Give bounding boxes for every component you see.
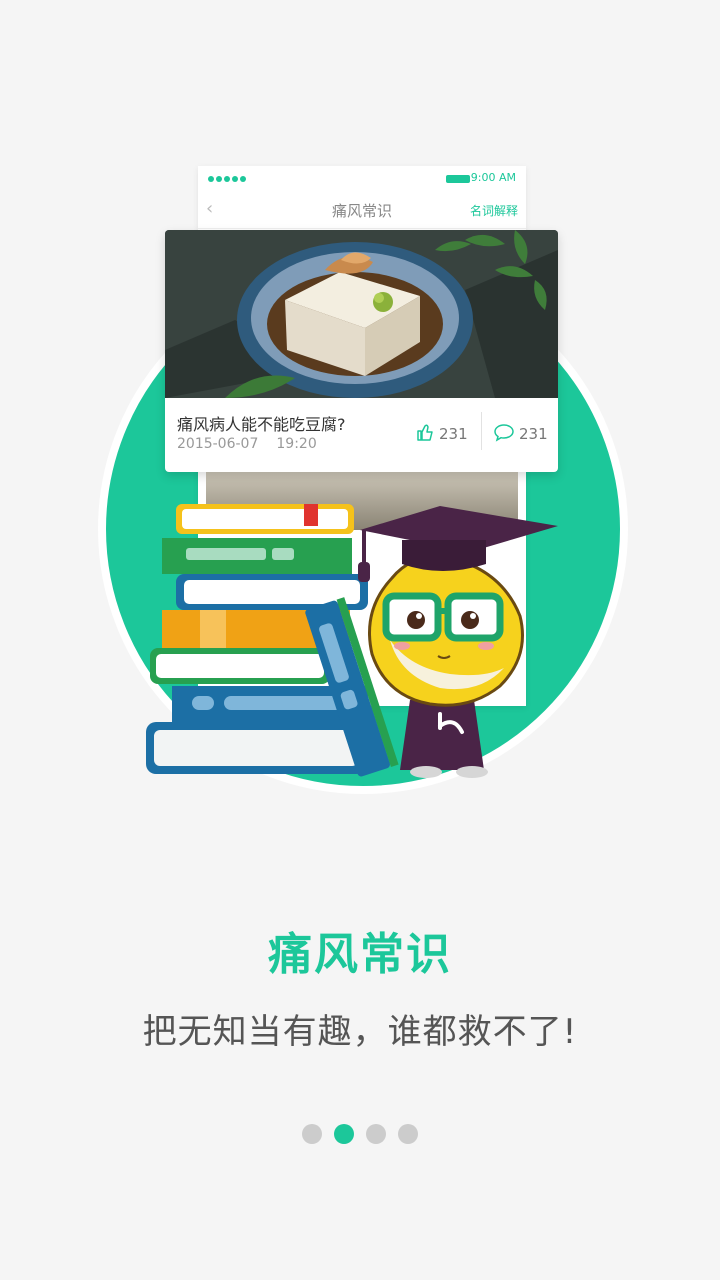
page-dot[interactable] bbox=[302, 1124, 322, 1144]
article-date: 2015-06-07 bbox=[177, 436, 259, 452]
like-count: 231 bbox=[439, 425, 468, 443]
status-time: 9:00 AM bbox=[470, 171, 516, 184]
thumbs-up-icon bbox=[415, 422, 435, 446]
page-indicator bbox=[0, 1124, 720, 1144]
page-dot[interactable] bbox=[366, 1124, 386, 1144]
page-subtitle: 把无知当有趣，谁都救不了! bbox=[142, 1012, 578, 1052]
like-button[interactable]: 231 bbox=[415, 422, 468, 446]
article-info: 痛风病人能不能吃豆腐? 2015-06-07 19:20 231 231 bbox=[165, 398, 558, 472]
comment-count: 231 bbox=[519, 425, 548, 443]
comment-button[interactable]: 231 bbox=[493, 422, 548, 446]
page-title: 痛风常识 bbox=[268, 929, 452, 980]
glossary-link: 名词解释 bbox=[469, 204, 518, 218]
books-mascot-illustration bbox=[140, 500, 580, 790]
article-card: 痛风病人能不能吃豆腐? 2015-06-07 19:20 231 231 bbox=[165, 230, 558, 472]
page-dot[interactable] bbox=[398, 1124, 418, 1144]
status-bar: 9:00 AM bbox=[198, 166, 526, 192]
divider bbox=[481, 412, 482, 450]
battery-icon bbox=[446, 175, 470, 183]
article-meta: 2015-06-07 19:20 bbox=[177, 436, 317, 452]
nav-bar: ‹ 痛风常识 名词解释 bbox=[198, 192, 526, 229]
article-title[interactable]: 痛风病人能不能吃豆腐? bbox=[177, 411, 346, 435]
speech-bubble-icon bbox=[493, 422, 515, 446]
page-dot[interactable] bbox=[334, 1124, 354, 1144]
tofu-photo bbox=[165, 230, 558, 398]
article-time: 19:20 bbox=[276, 436, 317, 452]
signal-icon bbox=[208, 176, 246, 182]
